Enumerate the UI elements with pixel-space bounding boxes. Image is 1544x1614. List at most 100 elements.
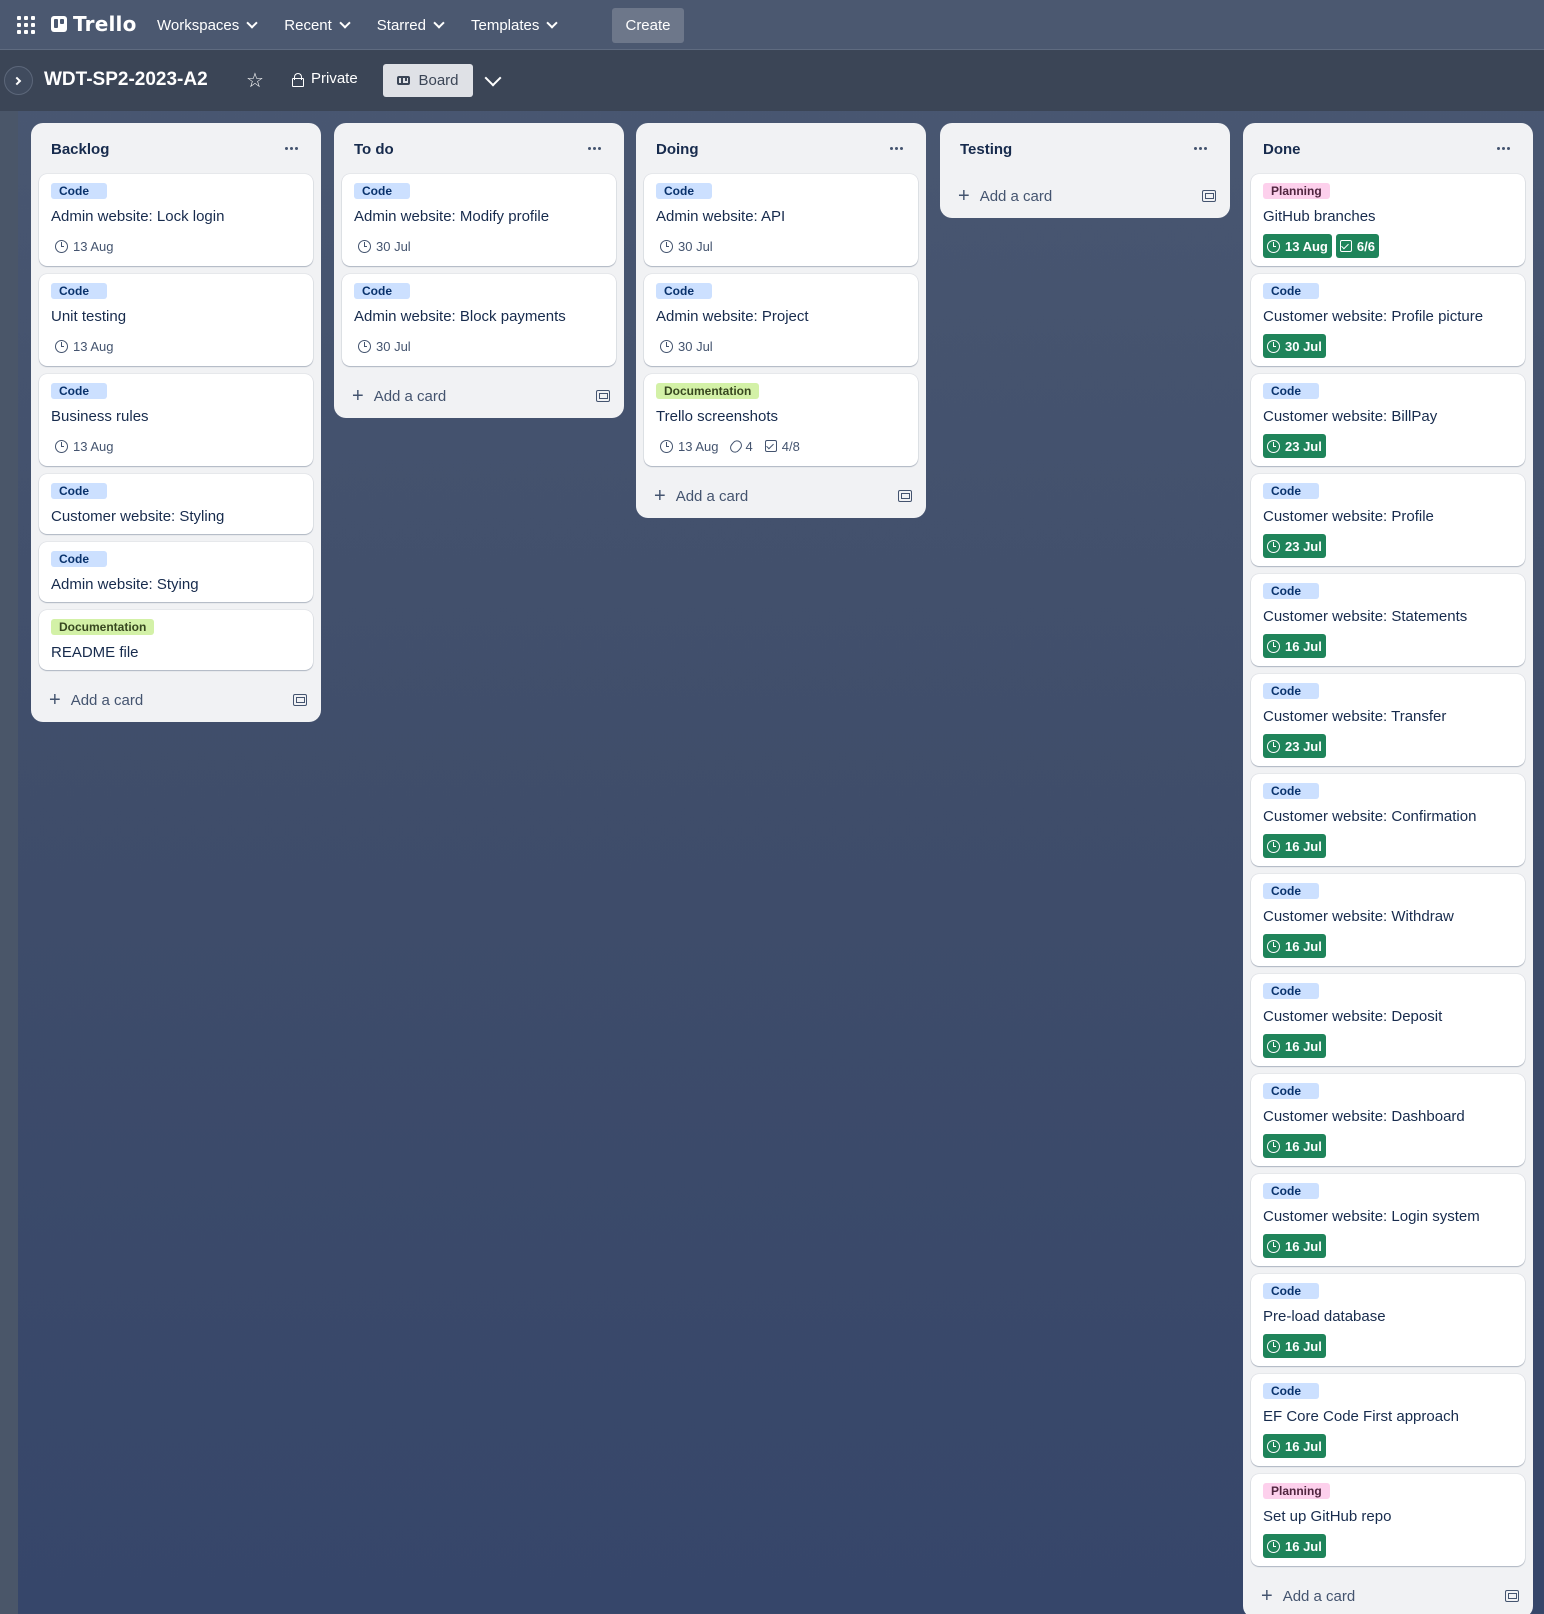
create-from-template-icon[interactable] <box>1505 1590 1519 1602</box>
more-options-icon[interactable] <box>1194 147 1210 151</box>
card[interactable]: Code Customer website: Confirmation 16 Jul <box>1251 774 1525 866</box>
views-dropdown-chevron-icon[interactable] <box>484 69 502 87</box>
create-from-template-icon[interactable] <box>1202 190 1216 202</box>
due-date-badge[interactable]: 13 Aug <box>656 434 723 458</box>
add-card-button[interactable]: + Add a card <box>644 474 918 518</box>
star-board-icon[interactable]: ☆ <box>246 68 264 93</box>
sidebar-expand-button[interactable] <box>4 66 33 95</box>
card-label[interactable]: Code <box>656 183 712 199</box>
nav-templates-menu[interactable]: Templates <box>460 9 567 41</box>
card[interactable]: Code Customer website: Login system 16 Jul <box>1251 1174 1525 1266</box>
card[interactable]: Code EF Core Code First approach 16 Jul <box>1251 1374 1525 1466</box>
card[interactable]: Code Business rules 13 Aug <box>39 374 313 466</box>
card[interactable]: Code Admin website: Block payments 30 Jul <box>342 274 616 366</box>
card[interactable]: Planning GitHub branches 13 Aug 6/6 <box>1251 174 1525 266</box>
list-title[interactable]: Done <box>1263 141 1301 158</box>
card[interactable]: Code Customer website: Deposit 16 Jul <box>1251 974 1525 1066</box>
due-date-badge[interactable]: 16 Jul <box>1263 834 1326 858</box>
card[interactable]: Code Customer website: Transfer 23 Jul <box>1251 674 1525 766</box>
card-label[interactable]: Code <box>1263 1283 1319 1299</box>
card-label[interactable]: Code <box>1263 683 1319 699</box>
due-date-badge[interactable]: 30 Jul <box>656 334 717 358</box>
card-label[interactable]: Documentation <box>656 383 760 399</box>
card[interactable]: Code Admin website: API 30 Jul <box>644 174 918 266</box>
card-label[interactable]: Code <box>1263 283 1319 299</box>
card-label[interactable]: Code <box>51 283 107 299</box>
card-label[interactable]: Code <box>1263 1383 1319 1399</box>
due-date-badge[interactable]: 30 Jul <box>656 234 717 258</box>
card-label[interactable]: Code <box>656 283 712 299</box>
due-date-badge[interactable]: 16 Jul <box>1263 634 1326 658</box>
card[interactable]: Code Unit testing 13 Aug <box>39 274 313 366</box>
more-options-icon[interactable] <box>1497 147 1513 151</box>
due-date-badge[interactable]: 23 Jul <box>1263 734 1326 758</box>
card[interactable]: Code Customer website: Styling <box>39 474 313 534</box>
add-card-button[interactable]: + Add a card <box>342 374 616 418</box>
card-label[interactable]: Code <box>1263 583 1319 599</box>
create-from-template-icon[interactable] <box>898 490 912 502</box>
nav-recent-menu[interactable]: Recent <box>273 9 360 41</box>
card[interactable]: Code Pre-load database 16 Jul <box>1251 1274 1525 1366</box>
list-title[interactable]: Backlog <box>51 141 109 158</box>
card[interactable]: Code Admin website: Modify profile 30 Jul <box>342 174 616 266</box>
card-label[interactable]: Code <box>354 283 410 299</box>
card[interactable]: Code Admin website: Project 30 Jul <box>644 274 918 366</box>
due-date-badge[interactable]: 23 Jul <box>1263 534 1326 558</box>
due-date-badge[interactable]: 30 Jul <box>354 234 415 258</box>
card-label[interactable]: Code <box>1263 1083 1319 1099</box>
card[interactable]: Code Customer website: Withdraw 16 Jul <box>1251 874 1525 966</box>
card-label[interactable]: Code <box>51 183 107 199</box>
board-title[interactable]: WDT-SP2-2023-A2 <box>44 69 208 91</box>
more-options-icon[interactable] <box>588 147 604 151</box>
visibility-button[interactable]: Private <box>292 70 358 87</box>
app-switcher-icon[interactable] <box>17 16 35 34</box>
list-title[interactable]: Testing <box>960 141 1012 158</box>
card[interactable]: Code Customer website: Statements 16 Jul <box>1251 574 1525 666</box>
card-label[interactable]: Code <box>51 483 107 499</box>
card-label[interactable]: Planning <box>1263 1483 1330 1499</box>
due-date-badge[interactable]: 30 Jul <box>1263 334 1326 358</box>
card-label[interactable]: Code <box>51 551 107 567</box>
due-date-badge[interactable]: 13 Aug <box>1263 234 1332 258</box>
board-view-button[interactable]: Board <box>383 64 473 97</box>
card-label[interactable]: Documentation <box>51 619 155 635</box>
card-label[interactable]: Code <box>1263 1183 1319 1199</box>
create-from-template-icon[interactable] <box>596 390 610 402</box>
create-button[interactable]: Create <box>612 8 684 43</box>
card-label[interactable]: Code <box>51 383 107 399</box>
add-card-button[interactable]: + Add a card <box>948 174 1222 218</box>
card[interactable]: Code Customer website: Dashboard 16 Jul <box>1251 1074 1525 1166</box>
due-date-badge[interactable]: 16 Jul <box>1263 934 1326 958</box>
trello-logo[interactable]: Trello <box>51 12 137 36</box>
card[interactable]: Code Customer website: BillPay 23 Jul <box>1251 374 1525 466</box>
list-title[interactable]: Doing <box>656 141 699 158</box>
due-date-badge[interactable]: 13 Aug <box>51 234 118 258</box>
due-date-badge[interactable]: 16 Jul <box>1263 1134 1326 1158</box>
card[interactable]: Code Customer website: Profile 23 Jul <box>1251 474 1525 566</box>
due-date-badge[interactable]: 16 Jul <box>1263 1334 1326 1358</box>
card-label[interactable]: Code <box>1263 783 1319 799</box>
due-date-badge[interactable]: 16 Jul <box>1263 1234 1326 1258</box>
nav-workspaces-menu[interactable]: Workspaces <box>146 9 267 41</box>
add-card-button[interactable]: + Add a card <box>39 678 313 722</box>
card[interactable]: Code Admin website: Stying <box>39 542 313 602</box>
due-date-badge[interactable]: 13 Aug <box>51 434 118 458</box>
create-from-template-icon[interactable] <box>293 694 307 706</box>
due-date-badge[interactable]: 23 Jul <box>1263 434 1326 458</box>
list-title[interactable]: To do <box>354 141 394 158</box>
card[interactable]: Planning Set up GitHub repo 16 Jul <box>1251 1474 1525 1566</box>
card-label[interactable]: Code <box>1263 383 1319 399</box>
due-date-badge[interactable]: 16 Jul <box>1263 1034 1326 1058</box>
due-date-badge[interactable]: 30 Jul <box>354 334 415 358</box>
card[interactable]: Code Admin website: Lock login 13 Aug <box>39 174 313 266</box>
card-label[interactable]: Code <box>1263 983 1319 999</box>
card[interactable]: Code Customer website: Profile picture 30 … <box>1251 274 1525 366</box>
due-date-badge[interactable]: 16 Jul <box>1263 1534 1326 1558</box>
more-options-icon[interactable] <box>890 147 906 151</box>
card-label[interactable]: Code <box>1263 483 1319 499</box>
due-date-badge[interactable]: 16 Jul <box>1263 1434 1326 1458</box>
card-label[interactable]: Code <box>1263 883 1319 899</box>
nav-starred-menu[interactable]: Starred <box>366 9 454 41</box>
card-label[interactable]: Code <box>354 183 410 199</box>
more-options-icon[interactable] <box>285 147 301 151</box>
